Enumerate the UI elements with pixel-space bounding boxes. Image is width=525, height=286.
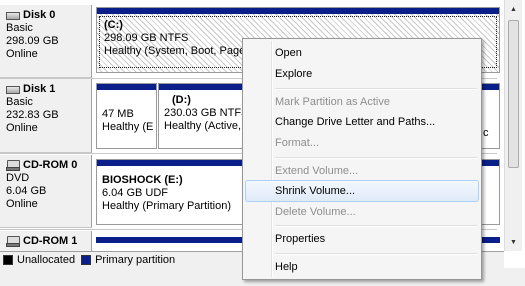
menu-open[interactable]: Open [245,42,479,64]
disk-status: Online [6,48,38,60]
menu-mark-active[interactable]: Mark Partition as Active [245,91,479,113]
menu-delete-volume[interactable]: Delete Volume... [245,201,479,223]
disk-1-label[interactable]: Disk 1 Basic 232.83 GB Online [0,79,92,153]
disk-name: Disk 0 [23,9,56,21]
disk-0-label[interactable]: Disk 0 Basic 298.09 GB Online [0,5,92,78]
partition-label: (C:) [104,19,123,31]
menu-format[interactable]: Format... [245,132,479,154]
cdrom-0-label[interactable]: CD-ROM 0 DVD 6.04 GB Online [0,155,92,228]
disk-size: 298.09 GB [6,35,59,47]
partition-disk1-system[interactable]: 47 MB Healthy (E [96,83,157,149]
cd-drive-icon [6,235,20,248]
disk-0-name-row: Disk 0 [6,9,91,22]
disk-status: Online [6,198,38,210]
disk-icon [6,85,20,94]
menu-help[interactable]: Help [245,256,479,278]
cdrom-1-name-row: CD-ROM 1 [6,235,91,248]
disk-type: DVD [6,172,30,184]
cdrom-1-label[interactable]: CD-ROM 1 [0,231,92,251]
scroll-up-icon[interactable]: ▲ [507,2,520,16]
legend-label: Unallocated [17,254,76,266]
disk-type: Basic [6,22,33,34]
disk-name: Disk 1 [23,83,56,95]
context-menu: Open Explore Mark Partition as Active Ch… [242,38,482,280]
menu-separator [275,157,477,159]
disk-name: CD-ROM 1 [23,235,78,247]
menu-separator [275,88,477,90]
partition-status: Healthy (E [102,121,154,133]
menu-properties[interactable]: Properties [245,228,479,250]
scroll-thumb[interactable] [508,20,519,168]
primary-swatch [81,255,92,265]
cdrom-0-name-row: CD-ROM 0 [6,159,91,172]
vertical-scrollbar[interactable]: ▲ ▼ [504,0,522,251]
disk-size: 6.04 GB [6,185,47,197]
legend-unallocated: Unallocated [3,254,75,266]
disk-1-name-row: Disk 1 [6,83,91,96]
menu-extend-volume[interactable]: Extend Volume... [245,160,479,182]
disk-type: Basic [6,96,33,108]
menu-change-drive-letter[interactable]: Change Drive Letter and Paths... [245,111,479,133]
scroll-down-icon[interactable]: ▼ [507,235,520,249]
menu-separator [275,253,477,255]
partition-size: 47 MB [102,108,134,120]
unallocated-swatch [3,255,13,265]
legend-primary: Primary partition [81,254,175,266]
partition-status-tail: c [483,127,489,139]
disk-name: CD-ROM 0 [23,159,78,171]
legend-label: Primary partition [95,254,176,266]
menu-separator [275,225,477,227]
cd-drive-icon [6,159,20,172]
disk-icon [6,11,20,20]
disk-size: 232.83 GB [6,109,59,121]
disk-status: Online [6,122,38,134]
menu-shrink-volume[interactable]: Shrink Volume... [245,180,479,202]
menu-explore[interactable]: Explore [245,63,479,85]
